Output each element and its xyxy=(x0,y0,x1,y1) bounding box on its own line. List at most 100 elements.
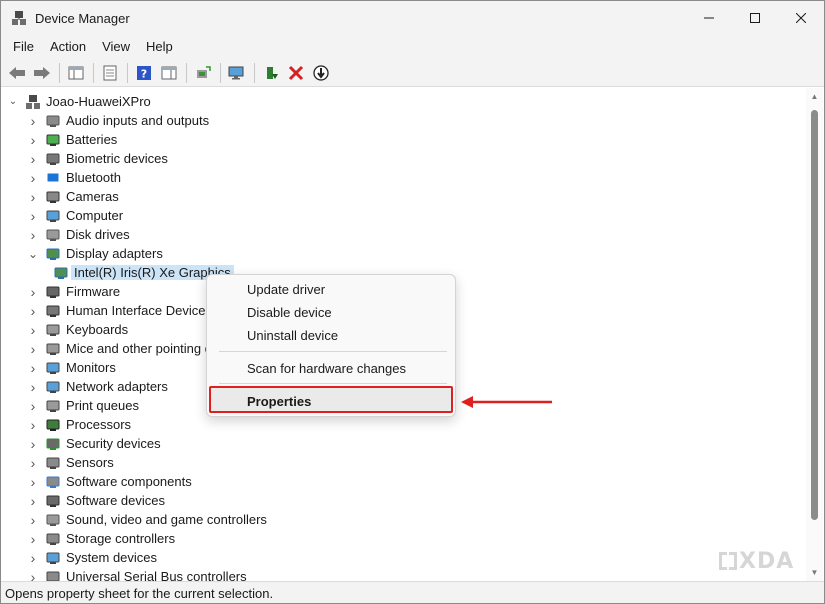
chevron-right-icon[interactable]: › xyxy=(27,548,39,567)
menu-view[interactable]: View xyxy=(94,35,138,59)
tree-category-system-devices[interactable]: › System devices xyxy=(27,548,157,567)
close-button[interactable] xyxy=(778,1,824,35)
tree-category-network-adapters[interactable]: › Network adapters xyxy=(27,377,168,396)
show-hide-tree-button[interactable] xyxy=(64,61,88,85)
chevron-right-icon[interactable]: › xyxy=(27,396,39,415)
chevron-right-icon[interactable]: › xyxy=(27,187,39,206)
chevron-right-icon[interactable]: › xyxy=(27,206,39,225)
tree-category-biometric-devices[interactable]: › Biometric devices xyxy=(27,149,168,168)
tree-item-label: Cameras xyxy=(66,189,119,204)
scan-hardware-button[interactable] xyxy=(225,61,249,85)
menu-properties[interactable]: Properties xyxy=(247,391,311,413)
tree-category-bluetooth[interactable]: › Bluetooth xyxy=(27,168,121,187)
chevron-right-icon[interactable]: › xyxy=(27,111,39,130)
tree-category-software-components[interactable]: › Software components xyxy=(27,472,192,491)
disk-icon xyxy=(45,227,61,243)
tree-category-sensors[interactable]: › Sensors xyxy=(27,453,114,472)
tree-item-label: Print queues xyxy=(66,398,139,413)
enable-device-button[interactable] xyxy=(259,61,283,85)
toolbar-separator xyxy=(254,62,255,83)
chevron-right-icon[interactable]: › xyxy=(27,168,39,187)
tree-item-label: System devices xyxy=(66,550,158,565)
chevron-right-icon[interactable]: › xyxy=(27,567,39,582)
tree-category-print-queues[interactable]: › Print queues xyxy=(27,396,139,415)
tree-category-disk-drives[interactable]: › Disk drives xyxy=(27,225,130,244)
tree-category-universal-serial-bus-controllers[interactable]: › Universal Serial Bus controllers xyxy=(27,567,247,581)
scroll-thumb[interactable] xyxy=(811,110,818,520)
chevron-right-icon[interactable]: › xyxy=(27,453,39,472)
tree-item-label: Biometric devices xyxy=(66,151,168,166)
enable-device-icon xyxy=(267,66,278,79)
menu-update-driver[interactable]: Update driver xyxy=(247,279,325,301)
update-driver-button[interactable] xyxy=(191,61,215,85)
scroll-up-icon[interactable]: ▲ xyxy=(806,88,823,105)
sensor-icon xyxy=(45,455,61,471)
tree-category-software-devices[interactable]: › Software devices xyxy=(27,491,165,510)
chevron-right-icon[interactable]: › xyxy=(27,491,39,510)
chevron-right-icon[interactable]: › xyxy=(27,301,39,320)
camera-icon xyxy=(45,189,61,205)
tree-category-batteries[interactable]: › Batteries xyxy=(27,130,118,149)
help-button[interactable]: ? xyxy=(132,61,156,85)
chevron-right-icon[interactable]: › xyxy=(27,282,39,301)
chevron-right-icon[interactable]: › xyxy=(27,472,39,491)
menu-help[interactable]: Help xyxy=(138,35,181,59)
menu-scan-hardware[interactable]: Scan for hardware changes xyxy=(247,358,406,380)
minimize-button[interactable] xyxy=(686,1,732,35)
context-menu: Update driver Disable device Uninstall d… xyxy=(206,274,456,417)
chevron-right-icon[interactable]: › xyxy=(27,339,39,358)
chevron-right-icon[interactable]: › xyxy=(27,225,39,244)
tree-category-audio-inputs-and-outputs[interactable]: › Audio inputs and outputs xyxy=(27,111,209,130)
action-pane-button[interactable] xyxy=(157,61,181,85)
menu-bar: File Action View Help xyxy=(1,35,824,59)
tree-category-computer[interactable]: › Computer xyxy=(27,206,123,225)
chevron-right-icon[interactable]: › xyxy=(27,434,39,453)
tree-category-storage-controllers[interactable]: › Storage controllers xyxy=(27,529,175,548)
tree-category-security-devices[interactable]: › Security devices xyxy=(27,434,161,453)
tree-item-label: Software devices xyxy=(66,493,165,508)
chevron-right-icon[interactable]: › xyxy=(27,358,39,377)
properties-sheet-button[interactable] xyxy=(98,61,122,85)
tree-category-monitors[interactable]: › Monitors xyxy=(27,358,116,377)
computer-root-icon xyxy=(25,94,41,110)
minimize-icon xyxy=(704,17,714,19)
uninstall-device-button[interactable] xyxy=(284,61,308,85)
context-menu-separator xyxy=(219,351,447,352)
tree-category-display-adapters[interactable]: ⌄ Display adapters xyxy=(27,244,163,263)
back-button[interactable] xyxy=(5,61,29,85)
scroll-down-icon[interactable]: ▼ xyxy=(806,564,823,581)
chevron-right-icon[interactable]: › xyxy=(27,377,39,396)
tree-item-label: Display adapters xyxy=(66,246,163,261)
menu-file[interactable]: File xyxy=(5,35,42,59)
title-bar[interactable]: Device Manager xyxy=(1,1,824,35)
software-component-icon xyxy=(45,474,61,490)
tree-category-sound-video-and-game-controllers[interactable]: › Sound, video and game controllers xyxy=(27,510,267,529)
chevron-down-icon[interactable]: ⌄ xyxy=(27,244,39,263)
forward-button[interactable] xyxy=(30,61,54,85)
action-pane-icon xyxy=(161,66,177,79)
chevron-down-icon[interactable]: ⌄ xyxy=(7,92,19,111)
tree-category-human-interface-devices[interactable]: › Human Interface Devices xyxy=(27,301,212,320)
menu-action[interactable]: Action xyxy=(42,35,94,59)
maximize-button[interactable] xyxy=(732,1,778,35)
keyboard-icon xyxy=(45,322,61,338)
show-hide-tree-icon xyxy=(68,66,84,79)
chevron-right-icon[interactable]: › xyxy=(27,510,39,529)
vertical-scrollbar[interactable]: ▲ ▼ xyxy=(806,88,823,581)
tree-category-keyboards[interactable]: › Keyboards xyxy=(27,320,129,339)
chevron-right-icon[interactable]: › xyxy=(27,130,39,149)
toolbar-separator xyxy=(93,62,94,83)
tree-root[interactable]: ⌄ Joao-HuaweiXPro xyxy=(7,92,151,111)
properties-sheet-icon xyxy=(103,65,117,80)
tree-item-label: Sound, video and game controllers xyxy=(66,512,267,527)
tree-category-processors[interactable]: › Processors xyxy=(27,415,131,434)
disable-device-button[interactable] xyxy=(309,61,333,85)
chevron-right-icon[interactable]: › xyxy=(27,415,39,434)
chevron-right-icon[interactable]: › xyxy=(27,320,39,339)
menu-uninstall-device[interactable]: Uninstall device xyxy=(247,325,338,347)
menu-disable-device[interactable]: Disable device xyxy=(247,302,332,324)
chevron-right-icon[interactable]: › xyxy=(27,149,39,168)
tree-category-firmware[interactable]: › Firmware xyxy=(27,282,121,301)
tree-category-cameras[interactable]: › Cameras xyxy=(27,187,119,206)
chevron-right-icon[interactable]: › xyxy=(27,529,39,548)
